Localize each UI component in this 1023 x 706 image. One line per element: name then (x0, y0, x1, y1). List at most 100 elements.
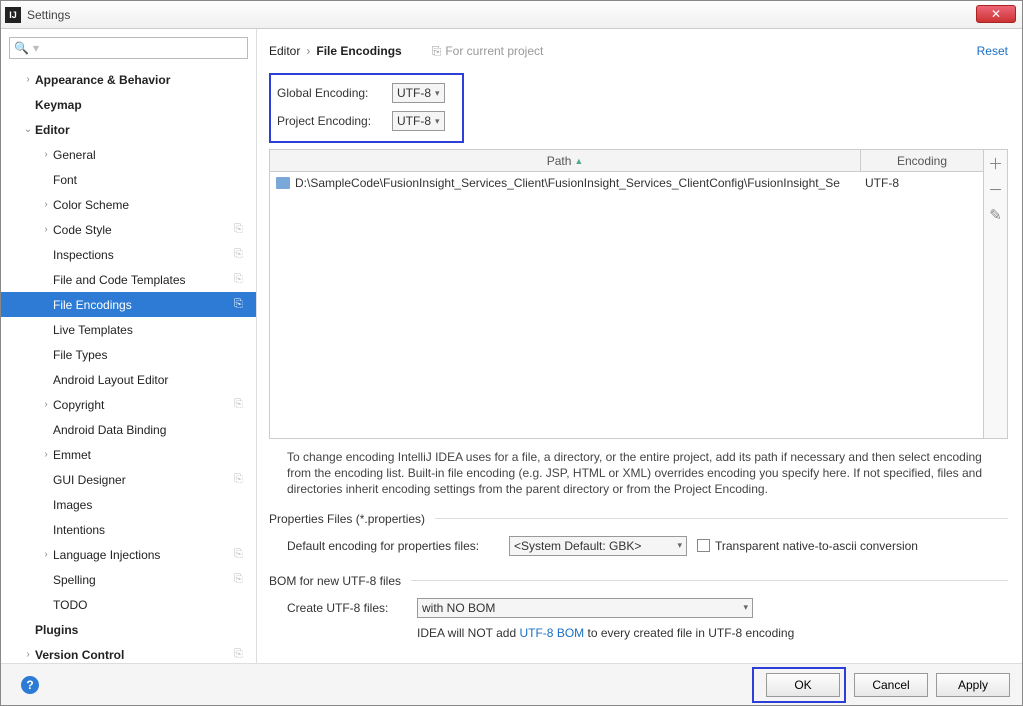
project-encoding-select[interactable]: UTF-8 ▾ (392, 111, 445, 131)
tree-item-label: Android Layout Editor (53, 373, 256, 387)
tree-item-android-data-binding[interactable]: Android Data Binding (1, 417, 256, 442)
tree-arrow-icon: › (39, 449, 53, 460)
chevron-down-icon: ▾ (677, 540, 682, 551)
app-icon: IJ (5, 7, 21, 23)
edit-button[interactable]: ✎ (984, 202, 1008, 228)
tree-item-label: Version Control (35, 648, 234, 662)
chevron-down-icon: ▾ (435, 116, 440, 127)
global-encoding-select[interactable]: UTF-8 ▾ (392, 83, 445, 103)
search-input[interactable]: 🔍 ▾ (9, 37, 248, 59)
apply-button[interactable]: Apply (936, 673, 1010, 697)
search-icon: 🔍 (14, 41, 29, 55)
tree-item-label: Copyright (53, 398, 234, 412)
tree-item-color-scheme[interactable]: ›Color Scheme (1, 192, 256, 217)
tree-item-code-style[interactable]: ›Code Style⎘ (1, 217, 256, 242)
col-header-encoding[interactable]: Encoding (861, 150, 983, 171)
close-button[interactable]: ✕ (976, 5, 1016, 23)
chevron-down-icon: ▾ (743, 602, 748, 613)
project-scope-icon: ⎘ (234, 248, 250, 261)
tree-item-file-types[interactable]: File Types (1, 342, 256, 367)
tree-item-copyright[interactable]: ›Copyright⎘ (1, 392, 256, 417)
encoding-cell[interactable]: UTF-8 (861, 176, 983, 190)
project-scope-hint: ⎘ For current project (432, 44, 544, 59)
encoding-box: Global Encoding: UTF-8 ▾ Project Encodin… (269, 73, 464, 143)
chevron-down-icon: ▾ (435, 88, 440, 99)
col-header-path[interactable]: Path ▲ (270, 150, 861, 171)
utf8-bom-link[interactable]: UTF-8 BOM (519, 626, 584, 640)
tree-item-file-encodings[interactable]: File Encodings⎘ (1, 292, 256, 317)
cancel-button[interactable]: Cancel (854, 673, 928, 697)
tree-item-keymap[interactable]: Keymap (1, 92, 256, 117)
tree-item-emmet[interactable]: ›Emmet (1, 442, 256, 467)
project-scope-icon: ⎘ (234, 573, 250, 586)
tree-item-version-control[interactable]: ›Version Control⎘ (1, 642, 256, 663)
titlebar: IJ Settings ✕ (1, 1, 1022, 29)
tree-item-appearance-behavior[interactable]: ›Appearance & Behavior (1, 67, 256, 92)
remove-button[interactable]: － (984, 176, 1008, 202)
tree-item-label: TODO (53, 598, 256, 612)
project-scope-icon: ⎘ (234, 223, 250, 236)
dialog-footer: ? OK Cancel Apply (1, 663, 1022, 705)
copy-icon: ⎘ (432, 44, 442, 59)
tree-item-label: Emmet (53, 448, 256, 462)
tree-item-intentions[interactable]: Intentions (1, 517, 256, 542)
bom-hint: IDEA will NOT add UTF-8 BOM to every cre… (269, 626, 1008, 640)
table-side-toolbar: ＋ － ✎ (983, 150, 1007, 438)
tree-arrow-icon: › (39, 549, 53, 560)
ok-button[interactable]: OK (766, 673, 840, 697)
help-text: To change encoding IntelliJ IDEA uses fo… (287, 449, 990, 498)
window-title: Settings (27, 8, 70, 22)
help-icon[interactable]: ? (21, 676, 39, 694)
tree-arrow-icon: › (39, 399, 53, 410)
encoding-path-table: Path ▲ Encoding D:\SampleCode\FusionInsi… (269, 149, 1008, 439)
create-utf8-label: Create UTF-8 files: (287, 601, 417, 615)
ok-button-highlight: OK (752, 667, 846, 703)
tree-item-label: Language Injections (53, 548, 234, 562)
create-utf8-select[interactable]: with NO BOM ▾ (417, 598, 753, 618)
tree-item-label: File and Code Templates (53, 273, 234, 287)
tree-item-plugins[interactable]: Plugins (1, 617, 256, 642)
tree-item-file-and-code-templates[interactable]: File and Code Templates⎘ (1, 267, 256, 292)
global-encoding-label: Global Encoding: (277, 86, 392, 100)
tree-item-general[interactable]: ›General (1, 142, 256, 167)
add-button[interactable]: ＋ (984, 150, 1008, 176)
tree-arrow-icon: › (39, 224, 53, 235)
tree-item-label: File Encodings (53, 298, 234, 312)
tree-item-label: Editor (35, 123, 256, 137)
properties-section-header: Properties Files (*.properties) (269, 512, 1008, 526)
transparent-conversion-checkbox[interactable]: Transparent native-to-ascii conversion (697, 539, 918, 553)
breadcrumb: Editor › File Encodings ⎘ For current pr… (269, 37, 1008, 65)
tree-item-images[interactable]: Images (1, 492, 256, 517)
tree-item-live-templates[interactable]: Live Templates (1, 317, 256, 342)
tree-item-label: Android Data Binding (53, 423, 256, 437)
tree-item-gui-designer[interactable]: GUI Designer⎘ (1, 467, 256, 492)
checkbox-icon (697, 539, 710, 552)
breadcrumb-parent[interactable]: Editor (269, 44, 300, 58)
project-scope-icon: ⎘ (234, 398, 250, 411)
project-encoding-label: Project Encoding: (277, 114, 392, 128)
tree-item-label: Appearance & Behavior (35, 73, 256, 87)
tree-item-spelling[interactable]: Spelling⎘ (1, 567, 256, 592)
content-panel: Editor › File Encodings ⎘ For current pr… (257, 29, 1022, 663)
tree-item-label: Code Style (53, 223, 234, 237)
tree-item-editor[interactable]: ⌄Editor (1, 117, 256, 142)
tree-item-language-injections[interactable]: ›Language Injections⎘ (1, 542, 256, 567)
sort-indicator-icon: ▲ (574, 156, 583, 166)
tree-item-label: Images (53, 498, 256, 512)
path-cell: D:\SampleCode\FusionInsight_Services_Cli… (270, 176, 861, 190)
tree-arrow-icon: › (39, 199, 53, 210)
properties-encoding-select[interactable]: <System Default: GBK> ▾ (509, 536, 687, 556)
project-scope-icon: ⎘ (234, 273, 250, 286)
tree-item-todo[interactable]: TODO (1, 592, 256, 617)
tree-item-font[interactable]: Font (1, 167, 256, 192)
reset-link[interactable]: Reset (977, 44, 1008, 58)
tree-item-inspections[interactable]: Inspections⎘ (1, 242, 256, 267)
tree-item-label: Font (53, 173, 256, 187)
tree-item-label: Keymap (35, 98, 256, 112)
tree-item-label: GUI Designer (53, 473, 234, 487)
table-row[interactable]: D:\SampleCode\FusionInsight_Services_Cli… (270, 172, 983, 194)
tree-arrow-icon: ⌄ (21, 124, 35, 135)
tree-item-label: Plugins (35, 623, 256, 637)
tree-item-label: Color Scheme (53, 198, 256, 212)
tree-item-android-layout-editor[interactable]: Android Layout Editor (1, 367, 256, 392)
